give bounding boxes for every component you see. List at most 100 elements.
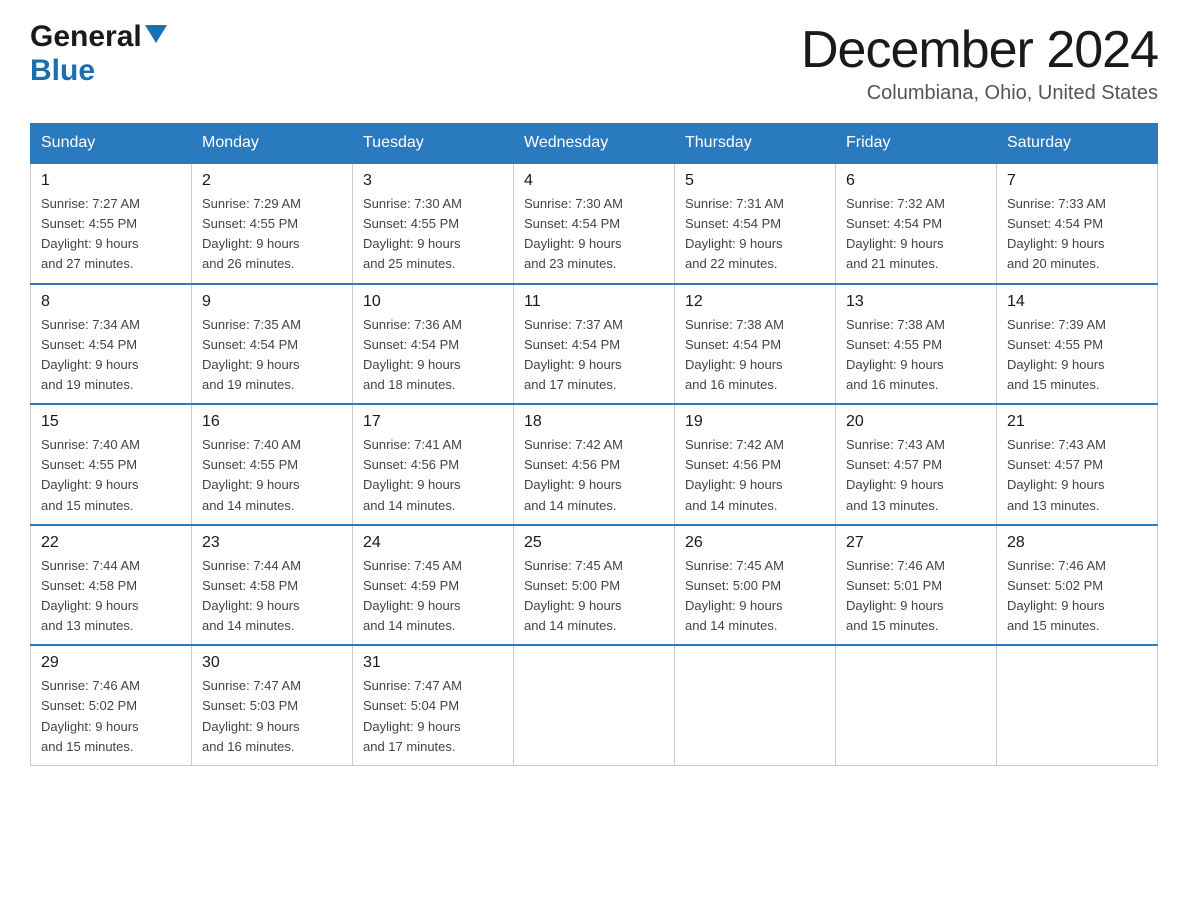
day-number: 14: [1007, 293, 1147, 311]
day-info: Sunrise: 7:45 AM Sunset: 4:59 PM Dayligh…: [363, 556, 503, 637]
col-friday: Friday: [836, 124, 997, 164]
day-info: Sunrise: 7:40 AM Sunset: 4:55 PM Dayligh…: [41, 435, 181, 516]
calendar-cell: [675, 645, 836, 765]
header-row: Sunday Monday Tuesday Wednesday Thursday…: [31, 124, 1158, 164]
day-number: 6: [846, 172, 986, 190]
day-info: Sunrise: 7:29 AM Sunset: 4:55 PM Dayligh…: [202, 194, 342, 275]
day-info: Sunrise: 7:47 AM Sunset: 5:04 PM Dayligh…: [363, 676, 503, 757]
title-section: December 2024 Columbiana, Ohio, United S…: [801, 20, 1158, 105]
week-row-1: 1 Sunrise: 7:27 AM Sunset: 4:55 PM Dayli…: [31, 163, 1158, 284]
calendar-cell: 24 Sunrise: 7:45 AM Sunset: 4:59 PM Dayl…: [353, 525, 514, 646]
day-info: Sunrise: 7:38 AM Sunset: 4:55 PM Dayligh…: [846, 315, 986, 396]
day-number: 1: [41, 172, 181, 190]
col-sunday: Sunday: [31, 124, 192, 164]
calendar-cell: 28 Sunrise: 7:46 AM Sunset: 5:02 PM Dayl…: [997, 525, 1158, 646]
day-number: 23: [202, 534, 342, 552]
day-info: Sunrise: 7:35 AM Sunset: 4:54 PM Dayligh…: [202, 315, 342, 396]
calendar-cell: 17 Sunrise: 7:41 AM Sunset: 4:56 PM Dayl…: [353, 404, 514, 525]
calendar-cell: 5 Sunrise: 7:31 AM Sunset: 4:54 PM Dayli…: [675, 163, 836, 284]
day-number: 31: [363, 654, 503, 672]
day-info: Sunrise: 7:40 AM Sunset: 4:55 PM Dayligh…: [202, 435, 342, 516]
day-number: 19: [685, 413, 825, 431]
day-info: Sunrise: 7:32 AM Sunset: 4:54 PM Dayligh…: [846, 194, 986, 275]
day-info: Sunrise: 7:43 AM Sunset: 4:57 PM Dayligh…: [1007, 435, 1147, 516]
page-header: General Blue December 2024 Columbiana, O…: [30, 20, 1158, 105]
col-thursday: Thursday: [675, 124, 836, 164]
day-number: 28: [1007, 534, 1147, 552]
week-row-3: 15 Sunrise: 7:40 AM Sunset: 4:55 PM Dayl…: [31, 404, 1158, 525]
col-saturday: Saturday: [997, 124, 1158, 164]
day-number: 16: [202, 413, 342, 431]
calendar-cell: 23 Sunrise: 7:44 AM Sunset: 4:58 PM Dayl…: [192, 525, 353, 646]
day-number: 26: [685, 534, 825, 552]
day-info: Sunrise: 7:46 AM Sunset: 5:02 PM Dayligh…: [41, 676, 181, 757]
calendar-cell: [836, 645, 997, 765]
col-tuesday: Tuesday: [353, 124, 514, 164]
calendar-cell: 13 Sunrise: 7:38 AM Sunset: 4:55 PM Dayl…: [836, 284, 997, 405]
calendar-cell: 8 Sunrise: 7:34 AM Sunset: 4:54 PM Dayli…: [31, 284, 192, 405]
calendar-cell: 26 Sunrise: 7:45 AM Sunset: 5:00 PM Dayl…: [675, 525, 836, 646]
logo: General Blue: [30, 20, 167, 88]
calendar-cell: 18 Sunrise: 7:42 AM Sunset: 4:56 PM Dayl…: [514, 404, 675, 525]
calendar-cell: 30 Sunrise: 7:47 AM Sunset: 5:03 PM Dayl…: [192, 645, 353, 765]
calendar-cell: 2 Sunrise: 7:29 AM Sunset: 4:55 PM Dayli…: [192, 163, 353, 284]
week-row-5: 29 Sunrise: 7:46 AM Sunset: 5:02 PM Dayl…: [31, 645, 1158, 765]
day-info: Sunrise: 7:30 AM Sunset: 4:55 PM Dayligh…: [363, 194, 503, 275]
day-info: Sunrise: 7:27 AM Sunset: 4:55 PM Dayligh…: [41, 194, 181, 275]
day-info: Sunrise: 7:44 AM Sunset: 4:58 PM Dayligh…: [41, 556, 181, 637]
day-number: 4: [524, 172, 664, 190]
day-info: Sunrise: 7:33 AM Sunset: 4:54 PM Dayligh…: [1007, 194, 1147, 275]
day-info: Sunrise: 7:43 AM Sunset: 4:57 PM Dayligh…: [846, 435, 986, 516]
day-number: 29: [41, 654, 181, 672]
day-number: 21: [1007, 413, 1147, 431]
day-info: Sunrise: 7:30 AM Sunset: 4:54 PM Dayligh…: [524, 194, 664, 275]
col-monday: Monday: [192, 124, 353, 164]
day-info: Sunrise: 7:46 AM Sunset: 5:02 PM Dayligh…: [1007, 556, 1147, 637]
week-row-2: 8 Sunrise: 7:34 AM Sunset: 4:54 PM Dayli…: [31, 284, 1158, 405]
day-number: 25: [524, 534, 664, 552]
day-info: Sunrise: 7:47 AM Sunset: 5:03 PM Dayligh…: [202, 676, 342, 757]
day-info: Sunrise: 7:45 AM Sunset: 5:00 PM Dayligh…: [524, 556, 664, 637]
day-number: 13: [846, 293, 986, 311]
day-info: Sunrise: 7:31 AM Sunset: 4:54 PM Dayligh…: [685, 194, 825, 275]
col-wednesday: Wednesday: [514, 124, 675, 164]
day-number: 30: [202, 654, 342, 672]
calendar-cell: [997, 645, 1158, 765]
day-info: Sunrise: 7:37 AM Sunset: 4:54 PM Dayligh…: [524, 315, 664, 396]
day-number: 24: [363, 534, 503, 552]
day-info: Sunrise: 7:36 AM Sunset: 4:54 PM Dayligh…: [363, 315, 503, 396]
calendar-cell: 27 Sunrise: 7:46 AM Sunset: 5:01 PM Dayl…: [836, 525, 997, 646]
calendar-table: Sunday Monday Tuesday Wednesday Thursday…: [30, 123, 1158, 766]
logo-general: General: [30, 20, 142, 54]
calendar-cell: 22 Sunrise: 7:44 AM Sunset: 4:58 PM Dayl…: [31, 525, 192, 646]
calendar-cell: 7 Sunrise: 7:33 AM Sunset: 4:54 PM Dayli…: [997, 163, 1158, 284]
calendar-cell: 4 Sunrise: 7:30 AM Sunset: 4:54 PM Dayli…: [514, 163, 675, 284]
calendar-cell: [514, 645, 675, 765]
day-info: Sunrise: 7:42 AM Sunset: 4:56 PM Dayligh…: [685, 435, 825, 516]
calendar-cell: 10 Sunrise: 7:36 AM Sunset: 4:54 PM Dayl…: [353, 284, 514, 405]
day-info: Sunrise: 7:34 AM Sunset: 4:54 PM Dayligh…: [41, 315, 181, 396]
day-number: 18: [524, 413, 664, 431]
logo-blue: Blue: [30, 54, 95, 88]
day-number: 11: [524, 293, 664, 311]
calendar-header: Sunday Monday Tuesday Wednesday Thursday…: [31, 124, 1158, 164]
day-number: 8: [41, 293, 181, 311]
day-number: 27: [846, 534, 986, 552]
month-title: December 2024: [801, 20, 1158, 80]
calendar-cell: 29 Sunrise: 7:46 AM Sunset: 5:02 PM Dayl…: [31, 645, 192, 765]
calendar-cell: 16 Sunrise: 7:40 AM Sunset: 4:55 PM Dayl…: [192, 404, 353, 525]
day-number: 2: [202, 172, 342, 190]
calendar-cell: 6 Sunrise: 7:32 AM Sunset: 4:54 PM Dayli…: [836, 163, 997, 284]
calendar-body: 1 Sunrise: 7:27 AM Sunset: 4:55 PM Dayli…: [31, 163, 1158, 765]
day-info: Sunrise: 7:38 AM Sunset: 4:54 PM Dayligh…: [685, 315, 825, 396]
day-number: 22: [41, 534, 181, 552]
calendar-cell: 1 Sunrise: 7:27 AM Sunset: 4:55 PM Dayli…: [31, 163, 192, 284]
calendar-cell: 25 Sunrise: 7:45 AM Sunset: 5:00 PM Dayl…: [514, 525, 675, 646]
day-number: 9: [202, 293, 342, 311]
calendar-cell: 21 Sunrise: 7:43 AM Sunset: 4:57 PM Dayl…: [997, 404, 1158, 525]
calendar-cell: 20 Sunrise: 7:43 AM Sunset: 4:57 PM Dayl…: [836, 404, 997, 525]
calendar-cell: 14 Sunrise: 7:39 AM Sunset: 4:55 PM Dayl…: [997, 284, 1158, 405]
day-number: 15: [41, 413, 181, 431]
day-info: Sunrise: 7:45 AM Sunset: 5:00 PM Dayligh…: [685, 556, 825, 637]
week-row-4: 22 Sunrise: 7:44 AM Sunset: 4:58 PM Dayl…: [31, 525, 1158, 646]
